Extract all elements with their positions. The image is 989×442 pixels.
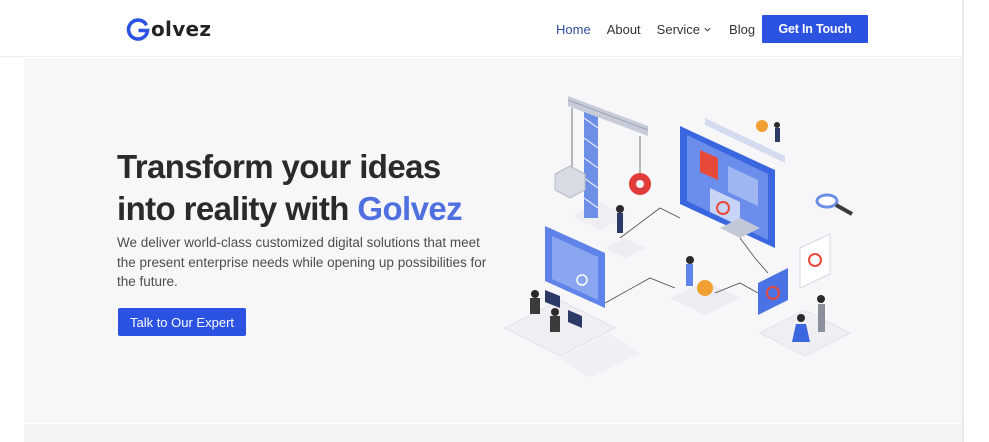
hero-title-brand: Golvez bbox=[357, 190, 463, 227]
nav-blog[interactable]: Blog bbox=[729, 22, 755, 37]
get-in-touch-button[interactable]: Get In Touch bbox=[762, 15, 868, 43]
site-header: olvez Home About Service Blog Get In Tou… bbox=[0, 0, 964, 57]
chevron-down-icon bbox=[704, 27, 711, 32]
nav-home[interactable]: Home bbox=[556, 22, 591, 37]
logo[interactable]: olvez bbox=[126, 14, 211, 44]
nav-about[interactable]: About bbox=[607, 22, 641, 37]
page: olvez Home About Service Blog Get In Tou… bbox=[0, 0, 964, 442]
nav-service-label: Service bbox=[656, 21, 701, 37]
next-section-edge bbox=[24, 424, 962, 442]
talk-to-expert-button[interactable]: Talk to Our Expert bbox=[118, 308, 246, 336]
g-logo-icon bbox=[126, 18, 150, 41]
nav-service[interactable]: Service bbox=[657, 22, 711, 37]
hero-description: We deliver world-class customized digita… bbox=[117, 235, 487, 289]
logo-text: olvez bbox=[151, 17, 212, 41]
hero-title: Transform your ideas into reality with G… bbox=[117, 146, 507, 230]
isometric-digital-solutions-illustration bbox=[503, 96, 853, 378]
scrollbar-track[interactable] bbox=[962, 0, 964, 442]
main-nav: Home About Service Blog bbox=[556, 20, 755, 38]
